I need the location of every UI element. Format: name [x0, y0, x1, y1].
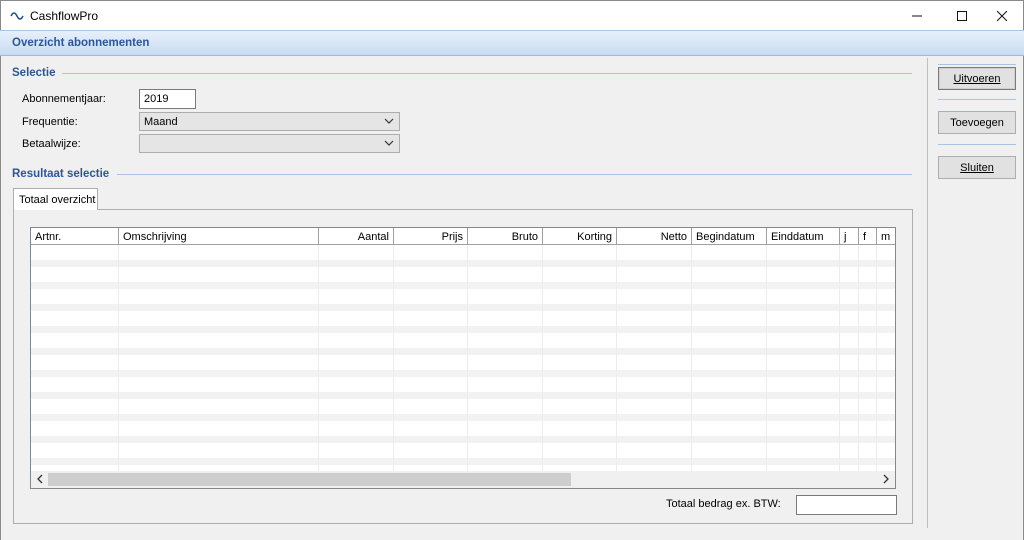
- sluiten-label: Sluiten: [960, 162, 994, 174]
- form-header-title: Overzicht abonnementen: [12, 37, 150, 49]
- column-header-prijs[interactable]: Prijs: [394, 228, 468, 245]
- column-header-bruto[interactable]: Bruto: [468, 228, 543, 245]
- chevron-left-icon[interactable]: [35, 474, 45, 484]
- uitvoeren-button[interactable]: Uitvoeren: [938, 67, 1016, 90]
- chevron-right-icon[interactable]: [881, 474, 891, 484]
- column-divider: [766, 245, 767, 473]
- column-divider: [858, 245, 859, 473]
- close-button[interactable]: [979, 1, 1024, 30]
- totaal-bedrag-label: Totaal bedrag ex. BTW:: [666, 498, 781, 510]
- column-divider: [839, 245, 840, 473]
- column-divider: [118, 245, 119, 473]
- uitvoeren-label: Uitvoeren: [953, 73, 1001, 85]
- title-bar: CashflowPro: [0, 0, 1024, 30]
- horizontal-scrollbar[interactable]: [31, 471, 895, 488]
- selectie-section-title: Selectie: [12, 67, 56, 79]
- column-header-f[interactable]: f: [859, 228, 877, 245]
- betaalwijze-select[interactable]: [139, 134, 400, 153]
- toevoegen-button[interactable]: Toevoegen: [938, 111, 1016, 134]
- column-header-begindatum[interactable]: Begindatum: [692, 228, 767, 245]
- results-grid[interactable]: Artnr. Omschrijving Aantal Prijs Bruto K…: [30, 227, 896, 489]
- tab-totaal-overzicht[interactable]: Totaal overzicht: [13, 188, 98, 210]
- minimize-icon: [912, 15, 922, 16]
- scrollbar-thumb[interactable]: [48, 473, 571, 486]
- maximize-icon: [957, 10, 967, 21]
- betaalwijze-label: Betaalwijze:: [22, 138, 81, 150]
- column-divider: [616, 245, 617, 473]
- minimize-button[interactable]: [894, 1, 940, 30]
- column-divider: [542, 245, 543, 473]
- column-divider: [318, 245, 319, 473]
- window-border-left: [0, 56, 1, 540]
- side-panel-separator: [927, 58, 928, 528]
- frequentie-select[interactable]: Maand: [139, 112, 400, 131]
- frequentie-value: Maand: [144, 116, 178, 128]
- close-icon: [997, 10, 1007, 21]
- column-header-aantal[interactable]: Aantal: [319, 228, 394, 245]
- column-header-omschrijving[interactable]: Omschrijving: [119, 228, 319, 245]
- selectie-divider: [62, 73, 912, 74]
- column-divider: [691, 245, 692, 473]
- abonnementjaar-label: Abonnementjaar:: [22, 93, 106, 105]
- column-header-netto[interactable]: Netto: [617, 228, 692, 245]
- column-header-einddatum[interactable]: Einddatum: [767, 228, 840, 245]
- sluiten-button[interactable]: Sluiten: [938, 156, 1016, 179]
- column-header-artnr[interactable]: Artnr.: [31, 228, 119, 245]
- chevron-down-icon: [384, 118, 394, 124]
- chevron-down-icon: [384, 140, 394, 146]
- frequentie-label: Frequentie:: [22, 116, 78, 128]
- column-header-korting[interactable]: Korting: [543, 228, 617, 245]
- form-header: Overzicht abonnementen: [0, 30, 1024, 56]
- grid-header: Artnr. Omschrijving Aantal Prijs Bruto K…: [31, 228, 895, 245]
- cashflow-wave-icon: [10, 12, 24, 20]
- window-title: CashflowPro: [30, 9, 99, 23]
- column-divider: [876, 245, 877, 473]
- column-header-j[interactable]: j: [840, 228, 859, 245]
- side-divider: [938, 144, 1016, 145]
- resultaat-divider: [117, 174, 912, 175]
- column-header-m[interactable]: m: [877, 228, 895, 245]
- side-divider: [938, 99, 1016, 100]
- resultaat-section-title: Resultaat selectie: [12, 168, 110, 180]
- abonnementjaar-input[interactable]: 2019: [139, 89, 196, 109]
- totaal-bedrag-field[interactable]: [796, 495, 897, 515]
- side-divider: [938, 64, 1016, 65]
- column-divider: [393, 245, 394, 473]
- column-divider: [467, 245, 468, 473]
